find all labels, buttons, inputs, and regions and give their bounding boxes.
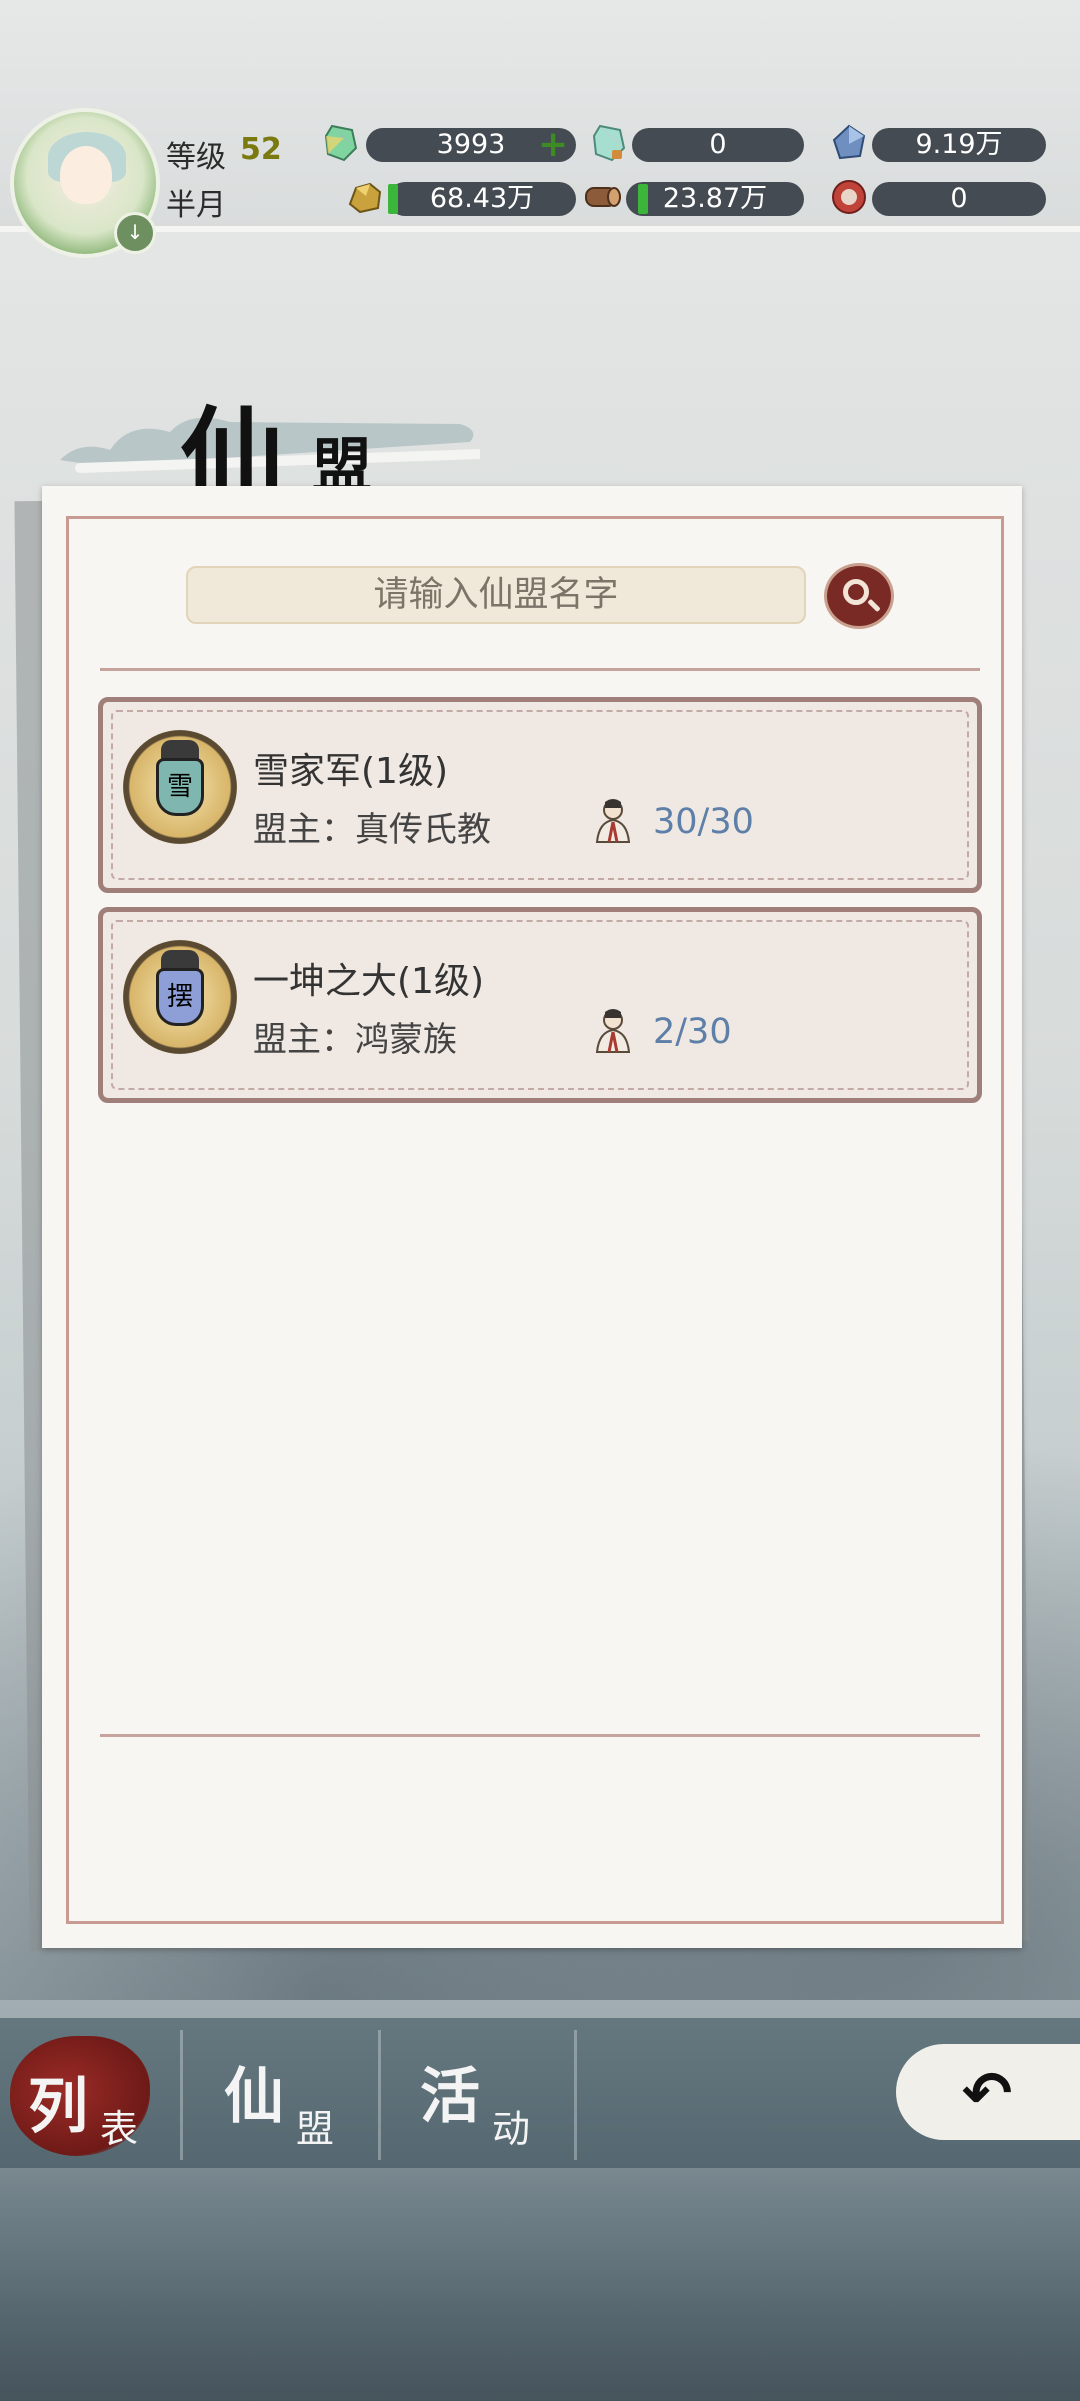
tab-alliance-label-small: 盟 — [296, 2107, 335, 2151]
search-icon-handle — [867, 598, 881, 613]
tab-list-label-small: 表 — [100, 2107, 139, 2151]
add-spirit-stone-button[interactable]: + — [538, 127, 568, 163]
red-token-value: 0 — [872, 182, 1046, 216]
card-inner-border — [111, 710, 969, 880]
footer-divider — [100, 1734, 980, 1737]
tab-separator — [378, 2030, 381, 2160]
emblem-shield: 摆 — [156, 968, 204, 1026]
avatar-badge-icon: ↓ — [114, 212, 156, 254]
tab-alliance-label-big: 仙 — [224, 2062, 284, 2132]
alliance-name: 一坤之大(1级) — [253, 961, 484, 1002]
hud-divider — [0, 226, 1080, 232]
tab-activity-label-small: 动 — [492, 2107, 531, 2151]
player-avatar[interactable]: ↓ — [10, 108, 160, 258]
blue-crystal-icon — [832, 124, 866, 160]
tab-alliance[interactable]: 仙 盟 — [184, 2028, 376, 2160]
gold-ore-value: 68.43万 — [388, 182, 576, 216]
tab-list[interactable]: 列 表 — [0, 2028, 178, 2160]
red-token-icon — [832, 180, 866, 214]
member-icon — [595, 1009, 631, 1053]
card-inner-border — [111, 920, 969, 1090]
level-label: 等级 — [166, 140, 226, 175]
alliance-leader: 盟主：真传氏教 — [253, 810, 491, 850]
alliance-name: 雪家军(1级) — [253, 751, 448, 792]
emblem-shield: 雪 — [156, 758, 204, 816]
search-icon — [843, 579, 869, 605]
alliance-emblem-icon: 雪 — [123, 730, 237, 844]
avatar-face — [60, 146, 112, 204]
member-count: 30/30 — [653, 802, 754, 842]
wood-bar — [638, 184, 648, 214]
search-button[interactable] — [824, 563, 894, 629]
alliance-card[interactable]: 摆 一坤之大(1级) 盟主：鸿蒙族 2/30 — [98, 907, 982, 1103]
level-value: 52 — [240, 132, 282, 167]
alliance-card[interactable]: 雪 雪家军(1级) 盟主：真传氏教 30/30 — [98, 697, 982, 893]
alliance-leader: 盟主：鸿蒙族 — [253, 1020, 457, 1060]
player-name: 半月 — [166, 188, 226, 223]
tab-list-label-big: 列 — [28, 2072, 88, 2142]
alliance-emblem-icon: 摆 — [123, 940, 237, 1054]
blue-crystal-value: 9.19万 — [872, 128, 1046, 162]
member-count: 2/30 — [653, 1012, 732, 1052]
wood-value: 23.87万 — [626, 182, 804, 216]
gold-ore-bar — [388, 184, 398, 214]
search-divider — [100, 668, 980, 671]
alliance-search-input[interactable]: 请输入仙盟名字 — [186, 566, 806, 624]
back-arrow-icon[interactable]: ↶ — [962, 2064, 1012, 2124]
member-icon — [595, 799, 631, 843]
tab-separator — [574, 2030, 577, 2160]
tab-activity-label-big: 活 — [420, 2062, 480, 2132]
gold-ore-icon — [348, 182, 382, 214]
bound-spirit-stone-value: 0 — [632, 128, 804, 162]
spirit-stone-icon — [324, 124, 358, 162]
tab-activity[interactable]: 活 动 — [382, 2028, 572, 2160]
bound-spirit-stone-icon — [592, 124, 626, 162]
wood-icon — [585, 187, 621, 207]
tab-separator — [180, 2030, 183, 2160]
